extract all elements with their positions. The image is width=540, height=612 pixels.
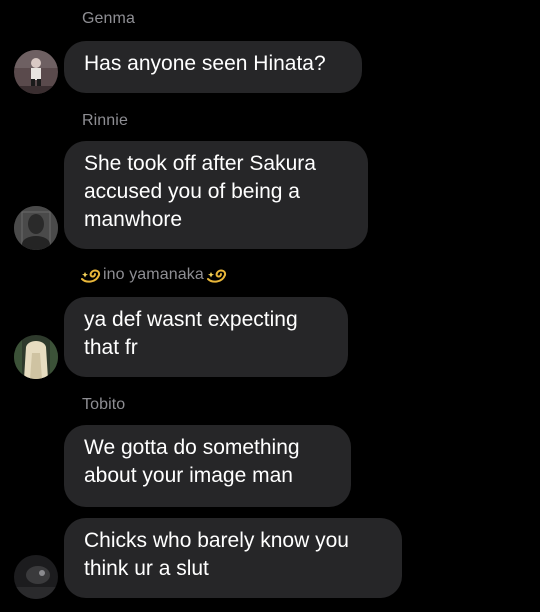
sender-name: Rinnie [82,112,128,129]
message-text-line: that fr [84,336,138,359]
avatar[interactable] [14,335,58,379]
sender-name-row: ino yamanaka [80,266,227,284]
message-bubble[interactable]: She took off after Sakura accused you of… [64,141,368,249]
message-text-line: She took off after Sakura [84,152,316,175]
profile-photo-icon [14,555,58,599]
message-text-line: ya def wasnt expecting [84,308,298,331]
message-text-line: Chicks who barely know you [84,529,349,552]
message-text-line: We gotta do something [84,436,300,459]
dizzy-star-icon [206,267,227,283]
message-bubble[interactable]: Has anyone seen Hinata? [64,41,362,93]
sender-name: Tobito [82,396,126,413]
dizzy-star-icon [80,267,101,283]
profile-photo-icon [14,206,58,250]
message-text-line: accused you of being a [84,180,300,203]
message-text-line: think ur a slut [84,557,209,580]
profile-photo-icon [14,50,58,94]
message-bubble[interactable]: Chicks who barely know you think ur a sl… [64,518,402,598]
message-bubble[interactable]: We gotta do something about your image m… [64,425,351,507]
message-text-line: manwhore [84,208,183,231]
profile-photo-icon [14,335,58,379]
avatar[interactable] [14,555,58,599]
sender-name: ino yamanaka [103,266,204,283]
avatar[interactable] [14,206,58,250]
sender-name: Genma [82,10,135,27]
message-bubble[interactable]: ya def wasnt expecting that fr [64,297,348,377]
avatar[interactable] [14,50,58,94]
message-text-line: about your image man [84,464,293,487]
message-text: Has anyone seen Hinata? [84,52,326,75]
